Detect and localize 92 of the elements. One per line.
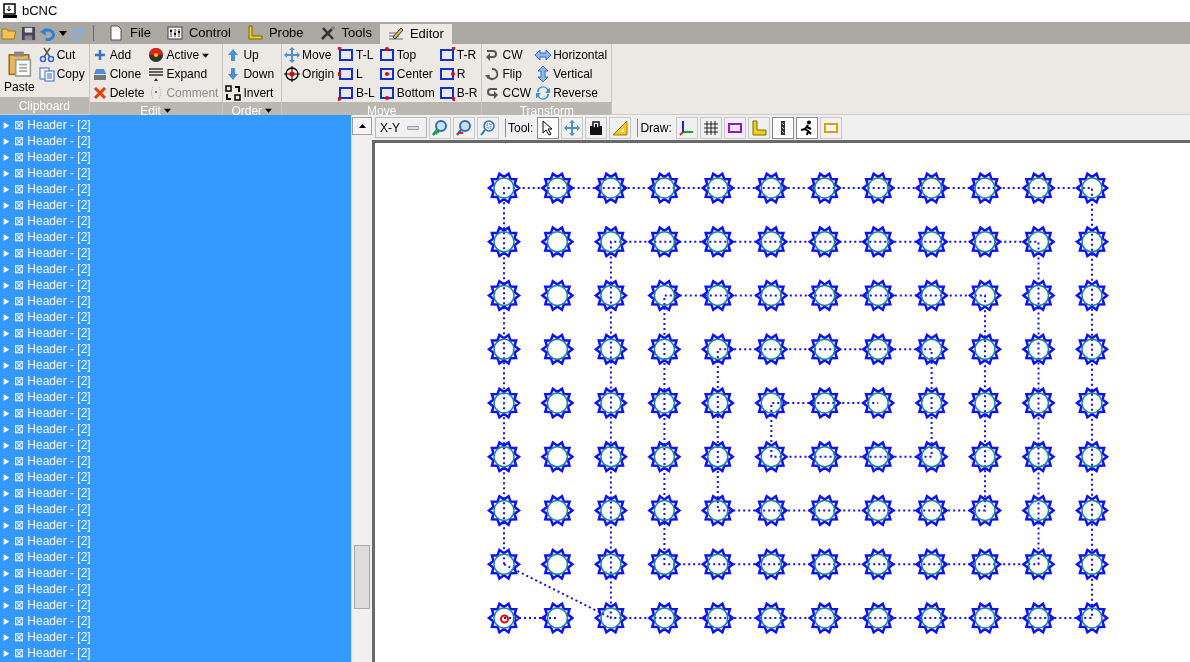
ribbon-button[interactable]: Expand [148,65,221,83]
ribbon-button[interactable]: Center [378,65,437,83]
scroll-thumb[interactable] [354,545,370,609]
triangle-ruler-icon [612,119,629,136]
ribbon-button[interactable]: B-R [438,84,480,102]
ribbon-button[interactable]: Active [148,46,221,64]
ribbon-button[interactable]: Origin [284,65,337,83]
lamp-icon [148,47,165,63]
ribbon-button[interactable]: CW [484,46,534,64]
zoom-fit-button[interactable] [477,116,499,139]
ribbon-button[interactable]: Invert [225,84,277,102]
box-anchor-icon [378,66,395,82]
ribbon-button[interactable]: CCW [484,84,534,102]
ribbon-tab[interactable]: File [100,22,159,44]
box-anchor-icon [338,85,355,101]
window-title: bCNC [22,2,58,21]
ribbon-button[interactable]: Up [225,46,277,64]
box-anchor-icon [438,85,455,101]
app-icon [2,3,18,19]
box-anchor-icon [378,85,395,101]
group-label: Move [367,102,397,120]
ribbon-button[interactable]: Move [284,46,337,64]
rotate-ccw-icon [484,85,501,101]
ribbon-button[interactable]: Reverse [535,84,610,102]
group-label: Transform [519,102,574,120]
ribbon-button[interactable]: B-L [338,84,377,102]
draw-label: Draw: [640,119,672,137]
crosshair-icon [284,66,301,82]
wrench-screwdriver-icon [319,25,336,41]
ribbon-tab[interactable]: Probe [238,22,312,44]
ribbon-button[interactable]: L [338,65,377,83]
ribbon-button[interactable]: Clone [91,65,147,83]
horizontal-arrows-icon [535,47,552,63]
ribbon-button[interactable]: Vertical [535,65,610,83]
running-figure-button[interactable] [795,116,818,139]
group-label: Edit [140,102,161,120]
save-icon[interactable] [21,25,36,41]
up-arrow-icon [358,124,366,128]
ribbon-button[interactable]: Copy [38,65,87,83]
ribbon-button[interactable]: Delete [91,84,147,102]
grid-button[interactable] [699,116,722,139]
paste-button[interactable]: Paste [2,46,37,96]
ribbon-tab[interactable]: Control [158,22,239,44]
rectangle-button[interactable] [723,116,746,139]
lines-icon [148,66,165,82]
zoom-in-icon [432,119,448,136]
group-label: Order [231,102,263,120]
zoom-out-button[interactable] [453,116,475,139]
ribbon-button[interactable]: Flip [484,65,534,83]
box-anchor-icon [438,47,455,63]
pointer-button[interactable] [537,116,560,139]
ribbon-button[interactable]: Bottom [378,84,437,102]
scroll-up-button[interactable] [352,117,372,135]
ruler-icon [246,25,263,41]
zoom-fit-icon [480,119,496,136]
ribbon-tab[interactable]: Editor [379,24,452,44]
ribbon-button[interactable]: Down [225,65,277,83]
swap-icon [225,85,242,101]
move-arrows-icon [284,47,301,63]
cross-icon [91,85,108,101]
tool-label: Tool: [508,119,534,137]
ribbon-tab[interactable]: Tools [311,22,380,44]
ribbon-button[interactable]: R [438,65,480,83]
ribbon-button[interactable]: Add [91,46,147,64]
sliders-icon [166,25,183,41]
ribbon-button[interactable]: T-R [438,46,480,64]
ribbon-button[interactable]: Top [378,46,437,64]
ribbon-button[interactable]: T-L [338,46,377,64]
axes-button[interactable] [675,116,698,139]
zoom-in-button[interactable] [429,116,451,139]
box-anchor-icon [438,66,455,82]
copy-icon [38,66,55,82]
ribbon-button[interactable]: Cut [38,46,87,64]
cycle-arrows-icon [535,85,552,101]
end-mill-button[interactable] [771,116,794,139]
pencil-icon [387,26,404,42]
caret-icon[interactable] [59,30,67,36]
grid-icon [702,119,719,136]
group-label: Clipboard [18,97,71,115]
box-anchor-icon [338,66,355,82]
box-anchor-icon [338,47,355,63]
flip-icon [484,66,501,82]
zoom-out-icon [456,119,472,136]
move-arrows-icon [564,119,581,136]
box-anchor-icon [378,47,395,63]
scissors-icon [38,47,55,63]
axes-icon [678,119,695,136]
document-icon [108,25,124,41]
ruler-icon [750,119,767,136]
end-mill-icon [780,119,785,136]
ribbon-button[interactable]: Horizontal [535,46,610,64]
view-dropdown[interactable]: X-Y [375,117,427,138]
